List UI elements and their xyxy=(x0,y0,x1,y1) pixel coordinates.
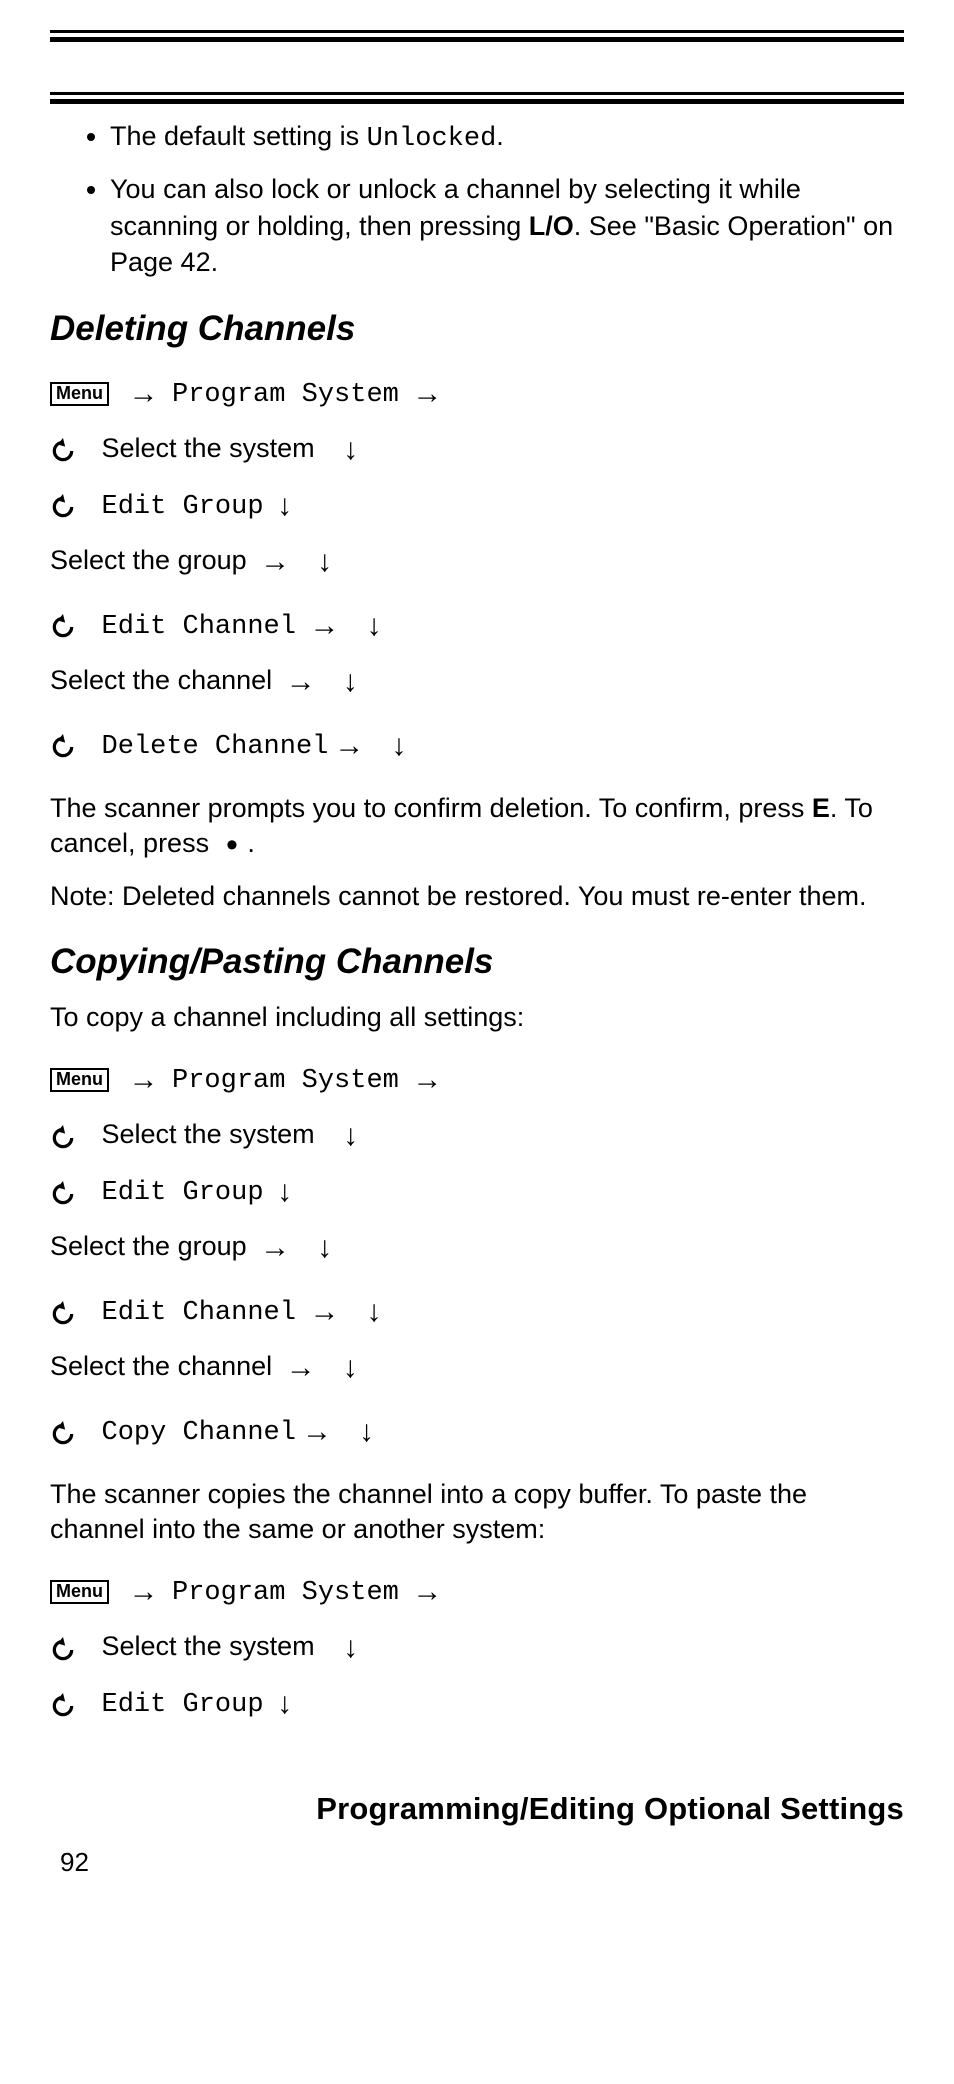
menu-button: Menu xyxy=(50,382,109,406)
rotate-icon xyxy=(50,1112,82,1161)
paste-step-1: Menu → Program System → xyxy=(50,1565,904,1619)
label: Edit Channel xyxy=(102,1298,296,1328)
del-conf-e: E xyxy=(812,793,830,823)
arrow-down-icon: ↓ xyxy=(366,609,381,642)
arrow-right-icon: → xyxy=(334,729,364,762)
copy-intro: To copy a channel including all settings… xyxy=(50,1000,904,1035)
header-rule-2 xyxy=(50,92,904,104)
del-step-4: Select the group → ↓ xyxy=(50,535,904,589)
footer-title: Programming/Editing Optional Settings xyxy=(50,1791,904,1827)
del-step-1: Menu → Program System → xyxy=(50,367,904,421)
heading-copying-channels: Copying/Pasting Channels xyxy=(50,942,904,982)
copy-step-3: Edit Group ↓ xyxy=(50,1165,904,1219)
arrow-down-icon: ↓ xyxy=(343,1631,358,1664)
label-select-channel: Select the channel xyxy=(50,665,272,695)
bullet2-lo: L/O xyxy=(529,211,574,241)
arrow-right-icon: → xyxy=(260,545,290,578)
arrow-right-icon: → xyxy=(129,1063,159,1096)
footer: Programming/Editing Optional Settings 92 xyxy=(50,1791,904,1878)
copy-buffer-text: The scanner copies the channel into a co… xyxy=(50,1477,904,1547)
arrow-right-icon: → xyxy=(309,1295,339,1328)
label: Edit Group xyxy=(102,1178,264,1208)
rotate-icon xyxy=(50,601,82,650)
del-step-2: Select the system ↓ xyxy=(50,423,904,477)
label: Select the group xyxy=(50,1231,247,1261)
rotate-icon xyxy=(50,721,82,770)
label-copy-channel: Copy Channel xyxy=(102,1418,296,1448)
rotate-icon xyxy=(50,1288,82,1337)
bullet-1: The default setting is Unlocked. xyxy=(110,118,904,157)
arrow-down-icon: ↓ xyxy=(391,729,406,762)
label-edit-group: Edit Group xyxy=(102,492,264,522)
arrow-down-icon: ↓ xyxy=(343,1351,358,1384)
heading-deleting-channels: Deleting Channels xyxy=(50,309,904,349)
paste-step-2: Select the system ↓ xyxy=(50,1621,904,1675)
menu-button: Menu xyxy=(50,1068,109,1092)
arrow-right-icon: → xyxy=(129,377,159,410)
label: Select the channel xyxy=(50,1351,272,1381)
del-step-6: Select the channel → ↓ xyxy=(50,655,904,709)
arrow-right-icon: → xyxy=(412,377,442,410)
arrow-down-icon: ↓ xyxy=(277,1687,292,1720)
del-step-3: Edit Group ↓ xyxy=(50,479,904,533)
header-rule-1 xyxy=(50,30,904,42)
label-delete-channel: Delete Channel xyxy=(102,732,329,762)
bullet-2: You can also lock or unlock a channel by… xyxy=(110,171,904,280)
del-conf-3: . xyxy=(247,828,255,858)
copy-step-7: Copy Channel→ ↓ xyxy=(50,1405,904,1459)
label: Select the system xyxy=(102,1119,315,1149)
rotate-icon xyxy=(50,1680,82,1729)
arrow-down-icon: ↓ xyxy=(317,545,332,578)
label-edit-channel: Edit Channel xyxy=(102,612,296,642)
copy-step-1: Menu → Program System → xyxy=(50,1053,904,1107)
rotate-icon xyxy=(50,1624,82,1673)
arrow-down-icon: ↓ xyxy=(343,1119,358,1152)
label: Program System xyxy=(172,1066,399,1096)
copy-step-2: Select the system ↓ xyxy=(50,1109,904,1163)
rotate-icon xyxy=(50,1168,82,1217)
bullet1-mono: Unlocked xyxy=(367,124,497,154)
arrow-down-icon: ↓ xyxy=(366,1295,381,1328)
rotate-icon xyxy=(50,425,82,474)
arrow-down-icon: ↓ xyxy=(343,665,358,698)
arrow-right-icon: → xyxy=(129,1575,159,1608)
label-program-system: Program System xyxy=(172,380,399,410)
dot-icon: • xyxy=(217,826,248,864)
bullet1-post: . xyxy=(496,121,504,151)
del-step-7: Delete Channel→ ↓ xyxy=(50,719,904,773)
del-step-5: Edit Channel → ↓ xyxy=(50,599,904,653)
copy-step-4: Select the group → ↓ xyxy=(50,1221,904,1275)
arrow-right-icon: → xyxy=(412,1575,442,1608)
paste-step-3: Edit Group ↓ xyxy=(50,1677,904,1731)
rotate-icon xyxy=(50,1408,82,1457)
arrow-right-icon: → xyxy=(309,609,339,642)
label: Program System xyxy=(172,1578,399,1608)
arrow-down-icon: ↓ xyxy=(277,1175,292,1208)
copy-step-5: Edit Channel → ↓ xyxy=(50,1285,904,1339)
bullet1-pre: The default setting is xyxy=(110,121,367,151)
arrow-right-icon: → xyxy=(412,1063,442,1096)
delete-note: Note: Deleted channels cannot be restore… xyxy=(50,879,904,914)
label: Select the system xyxy=(102,1631,315,1661)
page-number: 92 xyxy=(60,1847,904,1878)
arrow-right-icon: → xyxy=(286,665,316,698)
label-select-system: Select the system xyxy=(102,433,315,463)
arrow-down-icon: ↓ xyxy=(359,1415,374,1448)
arrow-down-icon: ↓ xyxy=(343,433,358,466)
copy-step-6: Select the channel → ↓ xyxy=(50,1341,904,1395)
label-select-group: Select the group xyxy=(50,545,247,575)
label: Edit Group xyxy=(102,1690,264,1720)
del-conf-1: The scanner prompts you to confirm delet… xyxy=(50,793,812,823)
rotate-icon xyxy=(50,481,82,530)
intro-bullets: The default setting is Unlocked. You can… xyxy=(50,118,904,281)
arrow-right-icon: → xyxy=(286,1351,316,1384)
arrow-right-icon: → xyxy=(260,1231,290,1264)
arrow-right-icon: → xyxy=(302,1415,332,1448)
menu-button: Menu xyxy=(50,1580,109,1604)
delete-confirm-text: The scanner prompts you to confirm delet… xyxy=(50,791,904,861)
arrow-down-icon: ↓ xyxy=(317,1231,332,1264)
arrow-down-icon: ↓ xyxy=(277,489,292,522)
